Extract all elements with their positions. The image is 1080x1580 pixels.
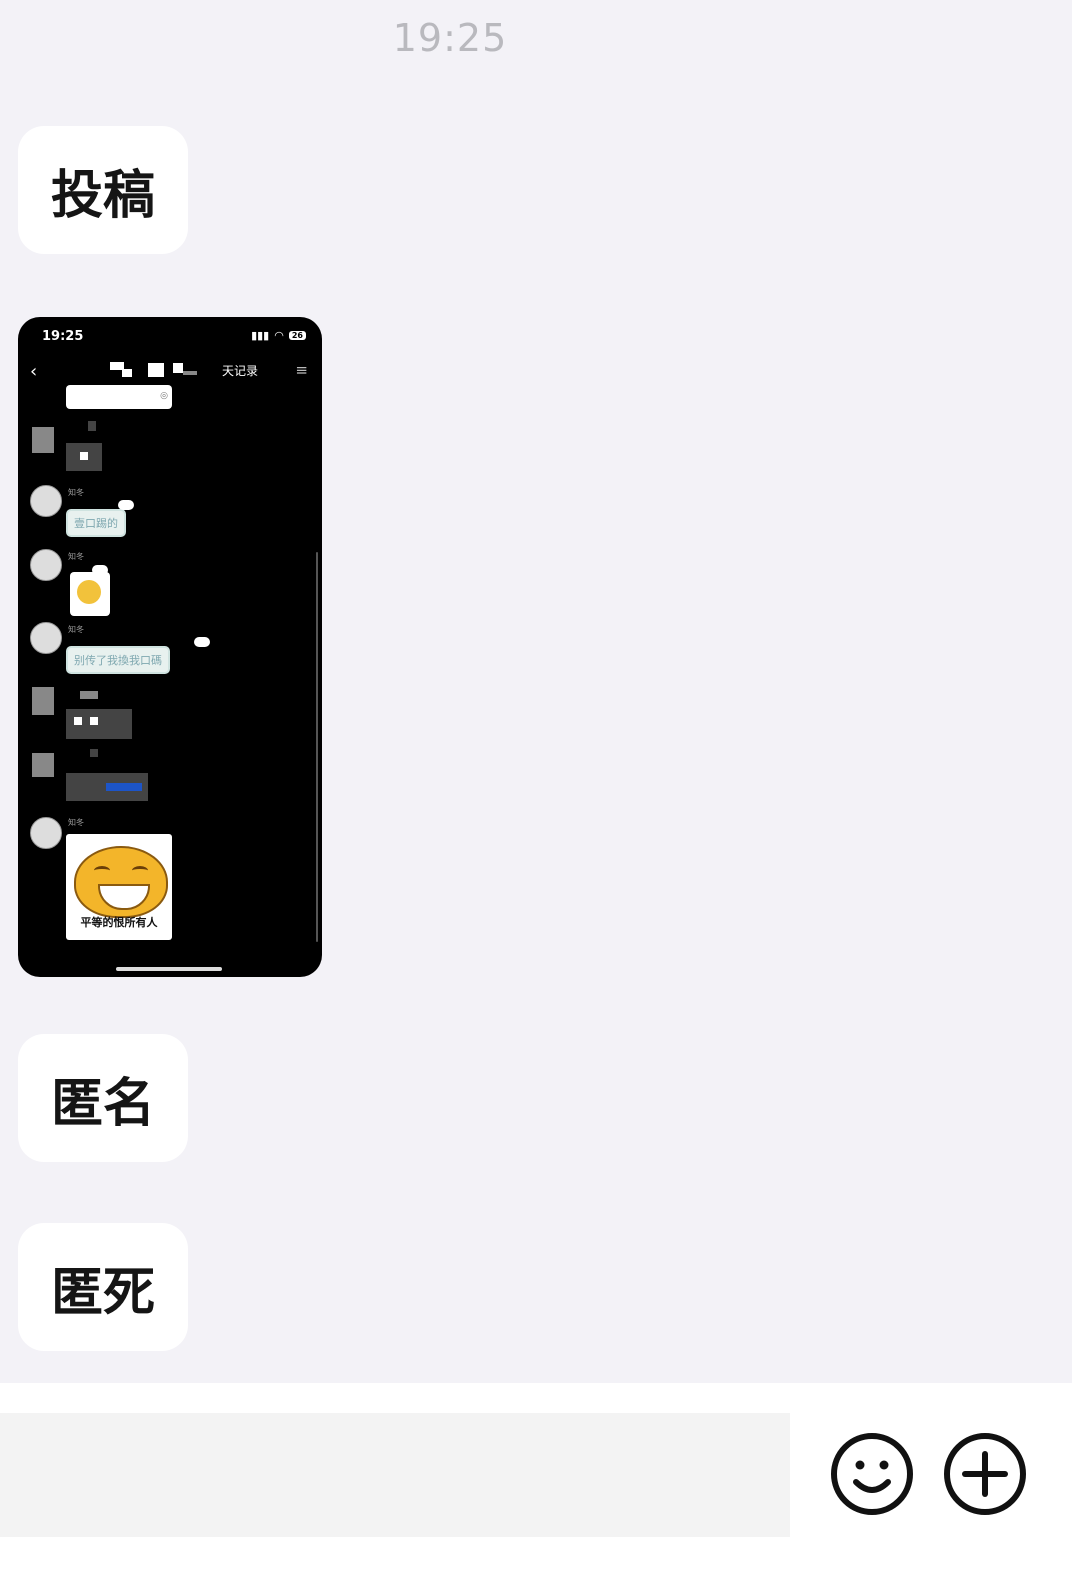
- avatar: [30, 549, 62, 581]
- smiley-icon: [77, 580, 101, 604]
- home-indicator: [116, 967, 222, 971]
- grinning-face-icon: [74, 846, 168, 918]
- emoji-sticker: [70, 572, 110, 616]
- sticker-image: 平等的恨所有人: [66, 834, 172, 940]
- screen-edge: [1072, 0, 1080, 1580]
- sender-name: 知冬: [68, 625, 84, 634]
- pixelated-text: [74, 717, 82, 725]
- pixelated-text: [90, 749, 98, 757]
- sender-name: 知冬: [68, 818, 84, 827]
- more-button[interactable]: [943, 1432, 1027, 1516]
- chat-screen: 19:25 投稿 19:25 ▮▮▮ ◠ 26 ‹ 天记录 ≡ ◎ 知冬 壹口踢…: [0, 0, 1080, 1580]
- sender-name: 知冬: [68, 552, 84, 561]
- message-text: 投稿: [50, 165, 155, 226]
- message-text: 匿名: [50, 1073, 155, 1134]
- message-timestamp: 19:25: [392, 16, 508, 60]
- voice-icon: ◎: [160, 391, 168, 401]
- eye: [94, 866, 110, 875]
- scrollbar: [316, 552, 318, 942]
- sender-name: 知冬: [68, 488, 84, 497]
- avatar: [30, 817, 62, 849]
- smiley-icon: [831, 1433, 913, 1515]
- message-bubble[interactable]: 匿死: [18, 1223, 188, 1351]
- cloud-decoration: [118, 500, 134, 510]
- image-message[interactable]: 19:25 ▮▮▮ ◠ 26 ‹ 天记录 ≡ ◎ 知冬 壹口踢的 知冬 知冬 别…: [18, 317, 322, 977]
- status-icons: ▮▮▮ ◠ 26: [251, 329, 306, 342]
- battery-level: 26: [288, 331, 306, 340]
- status-time: 19:25: [42, 329, 84, 344]
- message-bubble-pixelated: ◎: [66, 385, 172, 409]
- message-bubble[interactable]: 匿名: [18, 1034, 188, 1162]
- message-input[interactable]: [0, 1413, 790, 1537]
- back-icon: ‹: [30, 361, 38, 382]
- pixelated-text: [88, 421, 96, 431]
- avatar: [30, 485, 62, 517]
- pixelated-text: [80, 691, 98, 699]
- signal-icon: ▮▮▮: [251, 329, 270, 342]
- pixelated-text: [90, 717, 98, 725]
- message-text: 匿死: [50, 1262, 155, 1323]
- chat-history-title: 天记录: [221, 364, 258, 378]
- emoji-button[interactable]: [830, 1432, 914, 1516]
- pixelated-link: [106, 783, 142, 791]
- message-bubble[interactable]: 投稿: [18, 126, 188, 254]
- chat-message: 壹口踢的: [66, 509, 126, 537]
- pixelated-avatar: [32, 753, 54, 777]
- chat-message: 别传了我換我口碼: [66, 646, 170, 674]
- wifi-icon: ◠: [274, 329, 284, 342]
- mouth: [98, 884, 150, 910]
- pixelated-text: [80, 452, 88, 460]
- sticker-caption: 平等的恨所有人: [80, 916, 158, 929]
- eye: [132, 866, 148, 875]
- pixelated-avatar: [32, 427, 54, 453]
- cloud-decoration: [92, 565, 108, 575]
- avatar: [30, 622, 62, 654]
- menu-icon: ≡: [295, 361, 308, 379]
- cloud-decoration: [194, 637, 210, 647]
- pixelated-avatar: [32, 687, 54, 715]
- plus-circle-icon: [944, 1433, 1026, 1515]
